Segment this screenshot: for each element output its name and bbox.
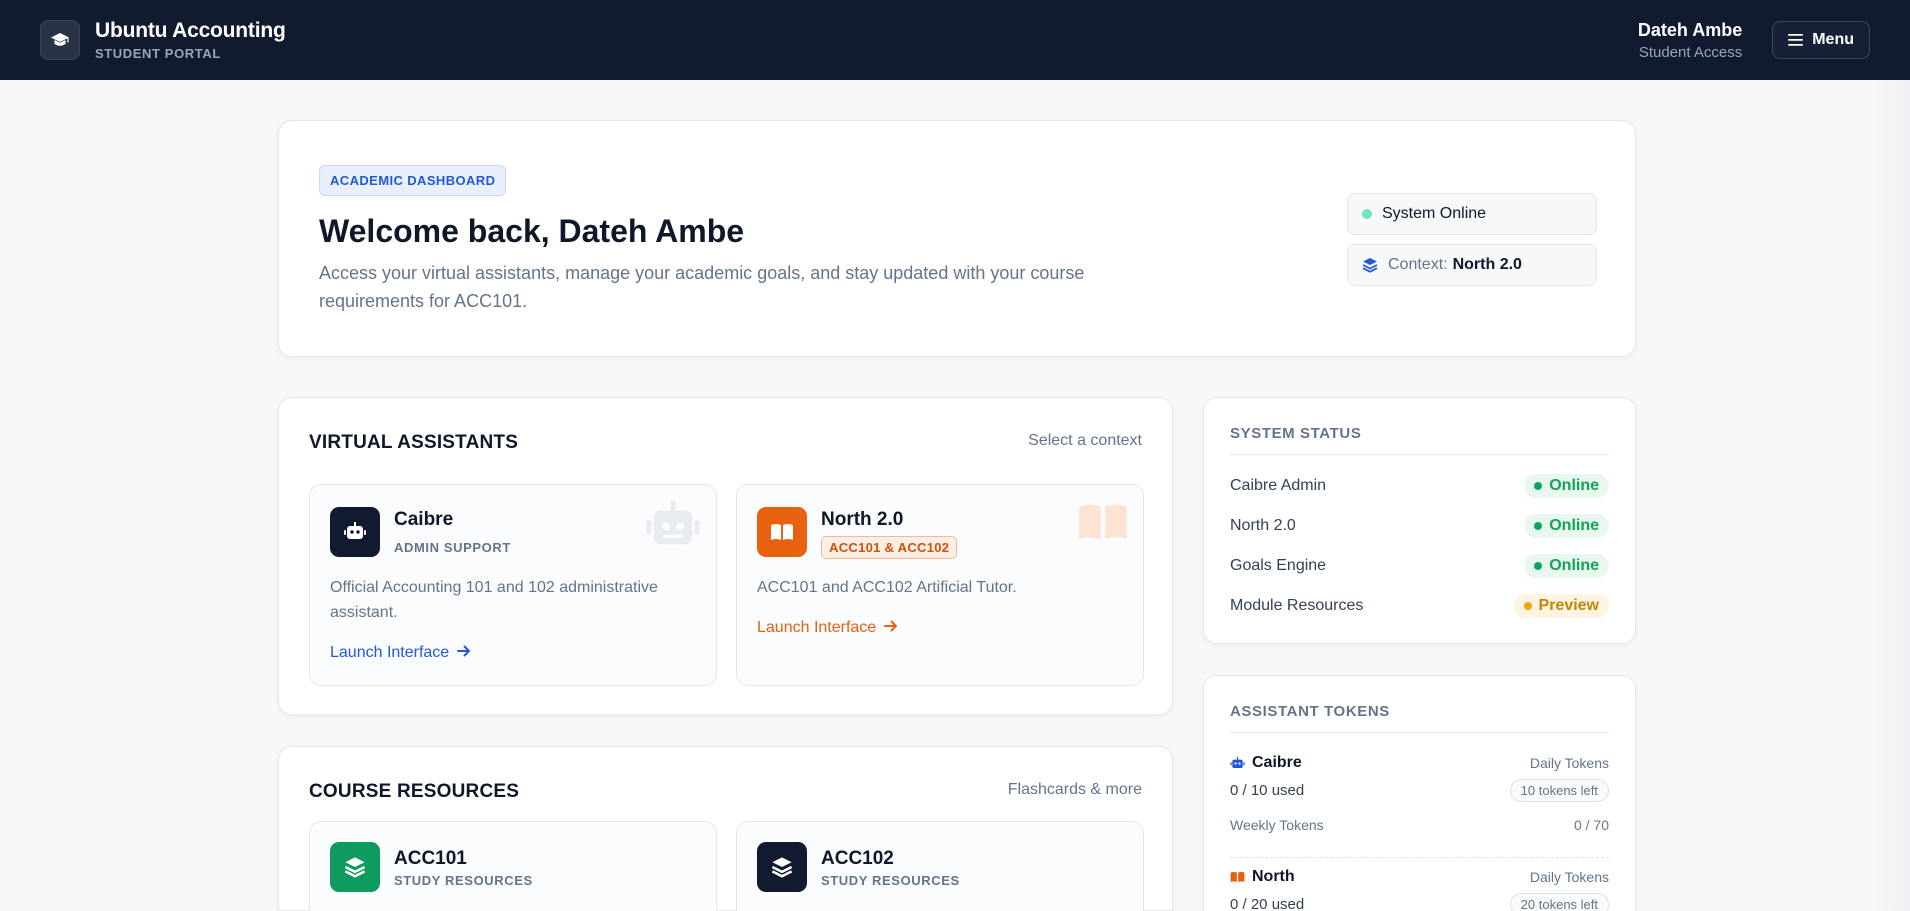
divider	[1230, 454, 1609, 455]
dashboard-badge: ACADEMIC DASHBOARD	[319, 165, 507, 196]
resource-tag: STUDY RESOURCES	[821, 873, 960, 888]
status-row: Module Resources Preview	[1230, 593, 1609, 619]
token-assistant-name: Caibre	[1230, 754, 1302, 772]
token-row: 0 / 10 used 10 tokens left	[1230, 779, 1609, 802]
welcome-card: ACADEMIC DASHBOARD Welcome back, Dateh A…	[278, 120, 1636, 357]
assistant-course-badge: ACC101 & ACC102	[821, 536, 958, 559]
token-row: Weekly Tokens 0 / 70	[1230, 817, 1609, 833]
weekly-tokens-label: Weekly Tokens	[1230, 817, 1324, 833]
resource-name: ACC101	[394, 848, 467, 869]
service-name: Caibre Admin	[1230, 477, 1327, 494]
assistant-tokens-panel: ASSISTANT TOKENS Caibre Daily Tokens 0 /…	[1203, 675, 1636, 911]
context-label: Context:	[1388, 256, 1448, 273]
brand[interactable]: Ubuntu Accounting STUDENT PORTAL	[40, 19, 286, 61]
brand-title: Ubuntu Accounting	[95, 19, 286, 42]
tokens-used: 0 / 20 used	[1230, 896, 1305, 911]
section-title: COURSE RESOURCES	[309, 781, 520, 802]
assistant-description: ACC101 and ACC102 Artificial Tutor.	[757, 579, 1017, 596]
virtual-assistants-section: VIRTUAL ASSISTANTS Select a context Caib…	[278, 397, 1173, 715]
token-row: 0 / 20 used 20 tokens left	[1230, 893, 1609, 911]
assistant-card-north[interactable]: North 2.0 ACC101 & ACC102 ACC101 and ACC…	[736, 484, 1144, 686]
resource-tag: STUDY RESOURCES	[394, 873, 533, 888]
status-row: Caibre Admin Online	[1230, 473, 1609, 499]
daily-tokens-label: Daily Tokens	[1529, 869, 1609, 885]
page-edge-shadow	[1870, 80, 1910, 911]
section-hint: Select a context	[1028, 432, 1142, 449]
daily-tokens-label: Daily Tokens	[1529, 755, 1609, 771]
status-badge: Preview	[1513, 594, 1609, 618]
assistant-name: Caibre	[394, 509, 454, 530]
layers-icon	[330, 842, 380, 892]
token-row: Caibre Daily Tokens	[1230, 754, 1609, 772]
status-badge: Online	[1524, 474, 1609, 498]
arrow-right-icon	[456, 645, 470, 657]
hamburger-icon	[1788, 34, 1804, 46]
menu-label: Menu	[1812, 31, 1854, 48]
robot-icon	[1230, 756, 1245, 768]
course-resources-section: COURSE RESOURCES Flashcards & more ACC10…	[278, 746, 1173, 911]
launch-interface-link-north[interactable]: Launch Interface	[757, 619, 898, 637]
resource-name: ACC102	[821, 848, 894, 869]
service-name: North 2.0	[1230, 517, 1296, 534]
layers-icon	[757, 842, 807, 892]
launch-interface-link-caibre[interactable]: Launch Interface	[330, 644, 471, 662]
welcome-title: Welcome back, Dateh Ambe	[319, 213, 745, 249]
resource-card-acc101[interactable]: ACC101 STUDY RESOURCES	[309, 821, 717, 911]
context-indicator[interactable]: Context: North 2.0	[1347, 244, 1597, 286]
token-assistant-name: North	[1230, 868, 1295, 886]
resource-card-acc102[interactable]: ACC102 STUDY RESOURCES	[736, 821, 1144, 911]
brand-subtitle: STUDENT PORTAL	[95, 46, 221, 61]
tokens-left-badge: 20 tokens left	[1509, 893, 1609, 911]
section-title: VIRTUAL ASSISTANTS	[309, 432, 519, 453]
system-online-indicator: System Online	[1347, 193, 1597, 235]
status-badge: Online	[1524, 554, 1609, 578]
book-watermark-icon	[1077, 501, 1129, 548]
assistant-description: Official Accounting 101 and 102 administ…	[330, 579, 658, 621]
assistant-card-caibre[interactable]: Caibre ADMIN SUPPORT Official Accounting…	[309, 484, 717, 686]
launch-label: Launch Interface	[330, 644, 450, 661]
assistant-name: North 2.0	[821, 509, 904, 530]
token-row: North Daily Tokens	[1230, 868, 1609, 886]
robot-watermark-icon	[644, 501, 702, 554]
user-info: Dateh Ambe Student Access	[1638, 20, 1742, 61]
status-row: North 2.0 Online	[1230, 513, 1609, 539]
welcome-description: Access your virtual assistants, manage y…	[319, 263, 1085, 311]
section-hint: Flashcards & more	[1007, 781, 1142, 798]
book-icon	[757, 507, 807, 557]
panel-title: SYSTEM STATUS	[1230, 425, 1362, 442]
layers-icon	[1362, 258, 1378, 273]
service-name: Goals Engine	[1230, 557, 1327, 574]
status-row: Goals Engine Online	[1230, 553, 1609, 579]
tokens-used: 0 / 10 used	[1230, 782, 1305, 799]
top-navigation-bar: Ubuntu Accounting STUDENT PORTAL Dateh A…	[0, 0, 1910, 80]
system-online-label: System Online	[1382, 205, 1487, 222]
user-role: Student Access	[1638, 43, 1743, 61]
launch-label: Launch Interface	[757, 619, 877, 636]
user-name: Dateh Ambe	[1637, 19, 1743, 40]
divider	[1230, 857, 1609, 858]
divider	[1230, 732, 1609, 733]
arrow-right-icon	[883, 620, 897, 632]
system-status-panel: SYSTEM STATUS Caibre Admin Online North …	[1203, 397, 1636, 644]
menu-button[interactable]: Menu	[1772, 21, 1870, 59]
tokens-left-badge: 10 tokens left	[1509, 779, 1609, 802]
graduation-cap-icon	[40, 20, 80, 60]
context-value: North 2.0	[1452, 256, 1522, 273]
service-name: Module Resources	[1230, 597, 1364, 614]
book-icon	[1230, 872, 1245, 882]
panel-title: ASSISTANT TOKENS	[1230, 703, 1390, 720]
assistant-tag: ADMIN SUPPORT	[394, 540, 511, 555]
robot-icon	[330, 507, 380, 557]
status-badge: Online	[1524, 514, 1609, 538]
weekly-tokens-value: 0 / 70	[1573, 817, 1609, 833]
status-dot-icon	[1362, 209, 1372, 219]
